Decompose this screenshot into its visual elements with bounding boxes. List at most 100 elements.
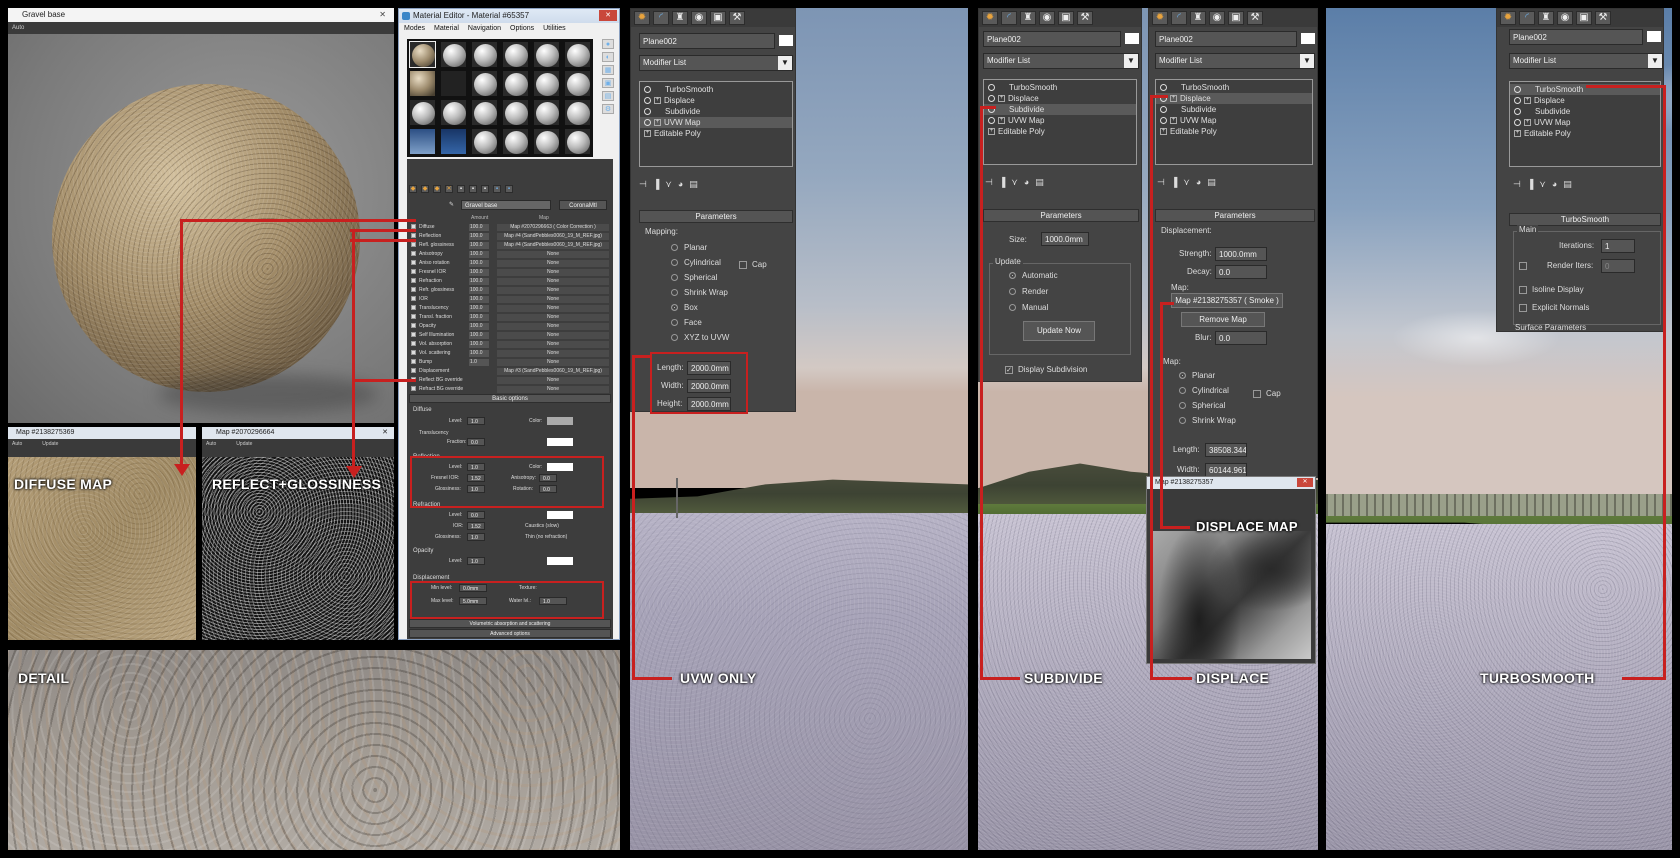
make-unique-icon[interactable]: ⋎ xyxy=(1183,177,1190,188)
stack-item-uvw-map[interactable]: + UVW Map xyxy=(1156,115,1312,126)
sample-slot[interactable] xyxy=(502,99,529,126)
material-name-field[interactable]: Gravel base xyxy=(461,200,551,210)
material-editor-close-icon[interactable]: ✕ xyxy=(599,10,617,21)
stack-item-turbosmooth[interactable]: TurboSmooth xyxy=(1510,84,1660,95)
sample-slot[interactable] xyxy=(564,128,591,155)
radio-option[interactable]: Render xyxy=(1009,287,1048,296)
map-enable-checkbox[interactable] xyxy=(411,269,416,274)
width-field[interactable]: 60144.961r xyxy=(1205,463,1247,477)
hierarchy-tab-icon[interactable]: ♜ xyxy=(1190,11,1206,25)
hierarchy-tab-icon[interactable]: ♜ xyxy=(1538,11,1554,25)
modifier-list-dropdown[interactable]: Modifier List ▼ xyxy=(1155,53,1315,69)
remove-modifier-icon[interactable]: ◕ xyxy=(1196,177,1201,188)
stack-item-displace[interactable]: + Displace xyxy=(1156,93,1312,104)
radio-option[interactable]: Cylindrical xyxy=(671,258,721,267)
make-unique-icon[interactable]: ⋎ xyxy=(665,179,672,190)
map-amount[interactable]: 100.0 xyxy=(469,296,489,303)
chevron-down-icon[interactable]: ▼ xyxy=(778,56,792,70)
eye-icon[interactable] xyxy=(1160,106,1167,113)
ior-field[interactable]: 1.52 xyxy=(467,522,485,530)
create-tab-icon[interactable]: ✹ xyxy=(1500,11,1516,25)
radio-option[interactable]: Face xyxy=(671,318,702,327)
stack-item-turbosmooth[interactable]: TurboSmooth xyxy=(1156,82,1312,93)
map-enable-checkbox[interactable] xyxy=(411,332,416,337)
eye-icon[interactable] xyxy=(988,106,995,113)
displace-map-button[interactable]: Map #2138275357 ( Smoke ) xyxy=(1171,293,1283,308)
stack-item-editable-poly[interactable]: + Editable Poly xyxy=(640,128,792,139)
diffuse-map-update-button[interactable]: Update xyxy=(42,439,58,449)
expand-icon[interactable]: + xyxy=(1170,95,1177,102)
stack-item-subdivide[interactable]: Subdivide xyxy=(1156,104,1312,115)
eye-icon[interactable] xyxy=(988,95,995,102)
eye-icon[interactable] xyxy=(644,108,651,115)
map-row[interactable]: Vol. absorption 100.0 None xyxy=(411,340,609,349)
stack-item-displace[interactable]: + Displace xyxy=(640,95,792,106)
map-enable-checkbox[interactable] xyxy=(411,350,416,355)
create-tab-icon[interactable]: ✹ xyxy=(634,11,650,25)
isoline-display-checkbox[interactable]: Isoline Display xyxy=(1519,285,1584,294)
modify-tab-icon[interactable]: ◜ xyxy=(1519,11,1535,25)
stack-item-editable-poly[interactable]: + Editable Poly xyxy=(1510,128,1660,139)
show-end-result-icon[interactable]: ▐ xyxy=(1171,177,1177,188)
configure-sets-icon[interactable]: ▤ xyxy=(1207,177,1216,188)
sample-slot-gravel[interactable] xyxy=(409,41,436,68)
stack-item-uvw-map[interactable]: + UVW Map xyxy=(1510,117,1660,128)
expand-icon[interactable]: + xyxy=(1170,117,1177,124)
object-name-field[interactable]: Plane002 xyxy=(639,33,775,49)
stack-item-editable-poly[interactable]: + Editable Poly xyxy=(1156,126,1312,137)
map-slot-button[interactable]: None xyxy=(497,350,609,357)
object-color-swatch[interactable] xyxy=(1125,33,1139,44)
show-end-result-icon[interactable]: ▐ xyxy=(653,179,659,190)
show-end-result-icon[interactable]: ▐ xyxy=(999,177,1005,188)
cap-checkbox[interactable]: Cap xyxy=(1253,389,1281,398)
expand-icon[interactable]: + xyxy=(998,95,1005,102)
reflect-map-mode[interactable]: Auto xyxy=(206,439,216,449)
menu-material[interactable]: Material xyxy=(434,23,459,35)
blur-field[interactable]: 0.0 xyxy=(1215,331,1267,345)
radio-icon[interactable] xyxy=(671,274,678,282)
object-name-field[interactable]: Plane002 xyxy=(1155,31,1297,47)
radio-icon[interactable] xyxy=(671,289,678,297)
map-enable-checkbox[interactable] xyxy=(411,305,416,310)
map-enable-checkbox[interactable] xyxy=(411,287,416,292)
modifier-list-dropdown[interactable]: Modifier List ▼ xyxy=(1509,53,1663,69)
map-row[interactable]: Diffuse 100.0 Map #2070296663 ( Color Corr… xyxy=(411,223,609,232)
parameters-rollout-header[interactable]: Parameters xyxy=(1155,209,1315,222)
eye-icon[interactable] xyxy=(1160,117,1167,124)
map-row[interactable]: Vol. scattering 100.0 None xyxy=(411,349,609,358)
menu-utilities[interactable]: Utilities xyxy=(543,23,566,35)
map-row[interactable]: Self Illumination 100.0 None xyxy=(411,331,609,340)
get-material-icon[interactable]: ◆ xyxy=(409,185,417,193)
reflection-color-swatch[interactable] xyxy=(547,463,573,471)
map-enable-checkbox[interactable] xyxy=(411,242,416,247)
caustics-label[interactable]: Caustics (slow) xyxy=(525,523,559,529)
check-icon[interactable]: ✓ xyxy=(1005,365,1013,374)
create-tab-icon[interactable]: ✹ xyxy=(982,11,998,25)
strength-field[interactable]: 1000.0mm xyxy=(1215,247,1267,261)
map-enable-checkbox[interactable] xyxy=(411,323,416,328)
min-level-field[interactable]: 0.0mm xyxy=(459,584,487,592)
map-slot-button[interactable]: None xyxy=(497,314,609,321)
map-amount[interactable]: 100.0 xyxy=(469,260,489,267)
map-amount[interactable]: 1.0 xyxy=(469,359,489,366)
radio-icon[interactable] xyxy=(671,259,678,267)
configure-sets-icon[interactable]: ▤ xyxy=(689,179,698,190)
diffuse-level-field[interactable]: 1.0 xyxy=(467,417,485,425)
sample-slot[interactable] xyxy=(440,99,467,126)
object-name-field[interactable]: Plane002 xyxy=(1509,29,1643,45)
make-unique-icon[interactable]: ▪ xyxy=(469,185,477,193)
map-row[interactable]: Displacement Map #3 (SandPebbles0060_19_M… xyxy=(411,367,609,376)
thin-label[interactable]: Thin (no refraction) xyxy=(525,534,567,540)
eye-icon[interactable] xyxy=(1514,119,1521,126)
expand-icon[interactable]: + xyxy=(1524,97,1531,104)
show-map-icon[interactable]: ▪ xyxy=(493,185,501,193)
map-amount[interactable]: 100.0 xyxy=(469,305,489,312)
length-field[interactable]: 38508.344 xyxy=(1205,443,1247,457)
map-slot-button[interactable]: None xyxy=(497,278,609,285)
remove-modifier-icon[interactable]: ◕ xyxy=(678,179,683,190)
map-enable-checkbox[interactable] xyxy=(411,260,416,265)
remove-modifier-icon[interactable]: ◕ xyxy=(1024,177,1029,188)
map-slot-button[interactable]: Map #4 (SandPebbles0060_19_M_REF.jpg) xyxy=(497,242,609,249)
create-tab-icon[interactable]: ✹ xyxy=(1152,11,1168,25)
render-iters-checkbox[interactable] xyxy=(1519,261,1532,270)
